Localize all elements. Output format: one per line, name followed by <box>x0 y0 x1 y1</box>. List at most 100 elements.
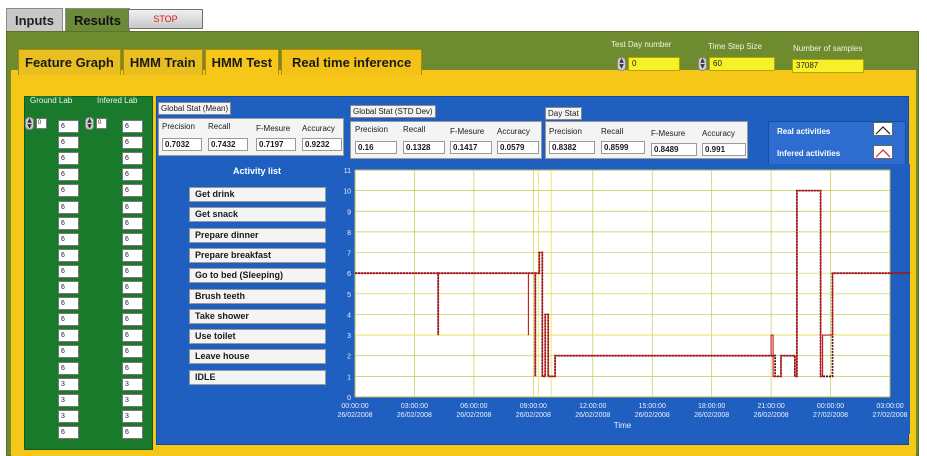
infered_lab-cell[interactable]: 6 <box>122 120 143 133</box>
std-recall-value: 0.1328 <box>403 141 445 154</box>
activity-item[interactable]: Brush teeth <box>189 288 326 304</box>
infered_lab-cell[interactable]: 6 <box>122 248 143 262</box>
infered_lab-cell[interactable]: 6 <box>122 216 143 230</box>
activity-item[interactable]: Get drink <box>189 187 326 202</box>
ground_lab-cell[interactable]: 6 <box>58 281 79 294</box>
activity-item[interactable]: Use toilet <box>189 329 326 345</box>
y-tick-label: 1 <box>347 374 351 381</box>
ground_lab-cell[interactable]: 6 <box>58 425 79 439</box>
day-precision-header: Precision <box>549 127 582 136</box>
ground_lab-cell[interactable]: 3 <box>58 377 79 391</box>
infered_lab-cell[interactable]: 6 <box>122 184 143 198</box>
mean-accuracy-header: Accuracy <box>302 124 335 133</box>
infered_lab-cell[interactable]: 6 <box>122 136 143 150</box>
legend-real-swatch[interactable] <box>873 122 893 136</box>
stop-button[interactable]: STOP <box>128 9 203 29</box>
infered-index-spinner[interactable]: ▲ ▼ <box>85 117 94 130</box>
ground_lab-cell[interactable]: 6 <box>58 361 79 375</box>
activity-item[interactable]: Take shower <box>189 308 326 324</box>
x-tick-time: 18:00:00 <box>698 403 725 410</box>
day-fmesure-value: 0.8489 <box>651 143 697 156</box>
activity-item[interactable]: IDLE <box>189 369 326 385</box>
activity-item[interactable]: Go to bed (Sleeping) <box>189 268 326 284</box>
tab-feature-graph[interactable]: Feature Graph <box>18 49 121 75</box>
mean-stat-title: Global Stat (Mean) <box>158 102 232 115</box>
ground-index-field[interactable]: 0 <box>36 118 47 129</box>
x-tick-time: 06:00:00 <box>460 403 487 410</box>
ground-index-spinner[interactable]: ▲ ▼ <box>25 117 34 130</box>
time-step-field[interactable]: 60 <box>709 57 775 71</box>
ground_lab-cell[interactable]: 6 <box>58 216 79 230</box>
x-tick-time: 12:00:00 <box>579 403 606 410</box>
activity-item[interactable]: Prepare dinner <box>189 227 326 243</box>
ground_lab-cell[interactable]: 3 <box>58 393 79 407</box>
ground_lab-cell[interactable]: 6 <box>58 184 79 198</box>
ground_lab-cell[interactable]: 6 <box>58 232 79 246</box>
infered_lab-cell[interactable]: 6 <box>122 200 143 214</box>
infered_lab-cell[interactable]: 6 <box>122 425 143 439</box>
y-tick-label: 9 <box>347 209 351 216</box>
infered-index-field[interactable]: 0 <box>96 118 107 129</box>
ground_lab-cell[interactable]: 6 <box>58 345 79 359</box>
infered_lab-cell[interactable]: 6 <box>122 264 143 278</box>
x-tick-time: 03:00:00 <box>876 403 903 410</box>
mean-precision-header: Precision <box>162 122 195 131</box>
infered_lab-cell[interactable]: 6 <box>122 281 143 294</box>
infered_lab-cell[interactable]: 6 <box>122 232 143 246</box>
std-fmesure-value: 0.1417 <box>450 141 492 154</box>
test-day-field[interactable]: 0 <box>628 57 680 71</box>
samples-label: Number of samples <box>793 44 863 53</box>
std-precision-header: Precision <box>355 125 388 134</box>
infered_lab-cell[interactable]: 6 <box>122 152 143 166</box>
x-tick-time: 09:00:00 <box>520 403 547 410</box>
tab-results[interactable]: Results <box>65 8 130 32</box>
ground_lab-cell[interactable]: 6 <box>58 120 79 133</box>
infered_lab-cell[interactable]: 3 <box>122 393 143 407</box>
tab-hmm-train[interactable]: HMM Train <box>122 49 203 75</box>
x-tick-date: 26/02/2008 <box>456 412 491 419</box>
ground_lab-cell[interactable]: 6 <box>58 313 79 327</box>
activity-item[interactable]: Leave house <box>189 349 326 365</box>
tab-hmm-test[interactable]: HMM Test <box>204 49 280 75</box>
ground_lab-cell[interactable]: 6 <box>58 264 79 278</box>
x-tick-date: 26/02/2008 <box>397 412 432 419</box>
infered_lab-cell[interactable]: 3 <box>122 409 143 423</box>
ground_lab-cell[interactable]: 3 <box>58 409 79 423</box>
ground_lab-cell[interactable]: 6 <box>58 297 79 311</box>
y-tick-label: 0 <box>347 395 351 402</box>
ground_lab-cell[interactable]: 6 <box>58 248 79 262</box>
infered_lab-cell[interactable]: 3 <box>122 377 143 391</box>
app-window: Inputs Results STOP Feature Graph HMM Tr… <box>0 0 927 456</box>
infered_lab-cell[interactable]: 6 <box>122 168 143 182</box>
x-tick-date: 26/02/2008 <box>337 412 372 419</box>
ground_lab-cell[interactable]: 6 <box>58 329 79 343</box>
ground_lab-cell[interactable]: 6 <box>58 168 79 182</box>
mean-accuracy-value: 0.9232 <box>302 138 342 151</box>
mean-precision-value: 0.7032 <box>162 138 202 151</box>
activity-item[interactable]: Get snack <box>189 207 326 223</box>
infered_lab-cell[interactable]: 6 <box>122 297 143 311</box>
legend-infered-swatch[interactable] <box>873 145 893 159</box>
infered_lab-cell[interactable]: 6 <box>122 361 143 375</box>
tab-real-time-inference[interactable]: Real time inference <box>281 49 423 75</box>
std-accuracy-value: 0.0579 <box>497 141 539 154</box>
test-day-spinner[interactable]: ▲ ▼ <box>617 57 626 71</box>
ground_lab-cell[interactable]: 6 <box>58 200 79 214</box>
activity-list-title: Activity list <box>232 166 281 176</box>
infered_lab-cell[interactable]: 6 <box>122 329 143 343</box>
infered_lab-cell[interactable]: 6 <box>122 345 143 359</box>
std-stat-title: Global Stat (STD Dev) <box>350 105 436 118</box>
tab-inputs[interactable]: Inputs <box>6 8 63 32</box>
plot-area <box>354 169 891 398</box>
ground_lab-cell[interactable]: 6 <box>58 136 79 150</box>
std-accuracy-header: Accuracy <box>497 127 530 136</box>
infered_lab-cell[interactable]: 6 <box>122 313 143 327</box>
mean-recall-header: Recall <box>208 122 231 131</box>
x-axis-label: Time <box>614 421 632 430</box>
main-tabs: Inputs Results <box>6 8 132 32</box>
time-step-spinner[interactable]: ▲ ▼ <box>698 57 707 71</box>
activity-item[interactable]: Prepare breakfast <box>189 247 326 263</box>
ground_lab-cell[interactable]: 6 <box>58 152 79 166</box>
day-fmesure-header: F-Mesure <box>651 129 686 138</box>
std-precision-value: 0.16 <box>355 141 397 154</box>
